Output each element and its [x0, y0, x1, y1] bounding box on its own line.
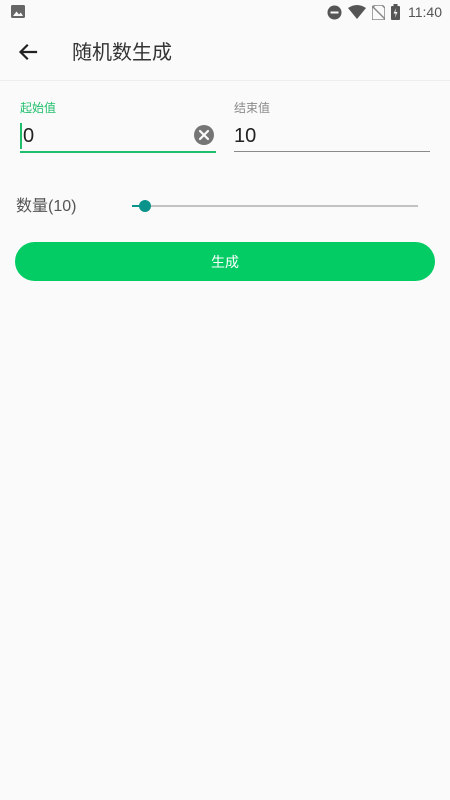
battery-charging-icon — [391, 4, 400, 20]
end-value-underline — [234, 151, 430, 152]
status-bar: 11:40 — [0, 0, 450, 24]
slider-track — [132, 205, 418, 207]
back-button[interactable] — [12, 36, 44, 68]
start-value-field[interactable]: 起始值 — [20, 100, 216, 156]
start-value-underline — [20, 151, 216, 153]
arrow-back-icon — [18, 43, 38, 61]
clear-text-button[interactable] — [194, 125, 214, 145]
count-label: 数量(10) — [16, 198, 77, 215]
end-value-label: 结束值 — [234, 101, 271, 115]
text-cursor — [20, 123, 22, 149]
do-not-disturb-icon — [327, 5, 342, 19]
generate-button-label: 生成 — [211, 254, 239, 271]
clock-time: 11:40 — [408, 4, 442, 20]
start-value-label: 起始值 — [20, 101, 57, 115]
image-notification-icon — [11, 5, 25, 18]
page-title: 随机数生成 — [72, 40, 172, 64]
wifi-icon — [348, 5, 366, 19]
start-value-input[interactable] — [23, 123, 193, 149]
count-slider[interactable] — [132, 196, 418, 216]
end-value-input[interactable] — [234, 123, 430, 149]
no-sim-icon — [372, 4, 385, 20]
clear-icon — [194, 125, 214, 145]
app-toolbar: 随机数生成 — [0, 24, 450, 81]
end-value-field[interactable]: 结束值 — [234, 100, 430, 156]
slider-thumb[interactable] — [138, 200, 151, 212]
generate-button[interactable]: 生成 — [15, 242, 435, 281]
